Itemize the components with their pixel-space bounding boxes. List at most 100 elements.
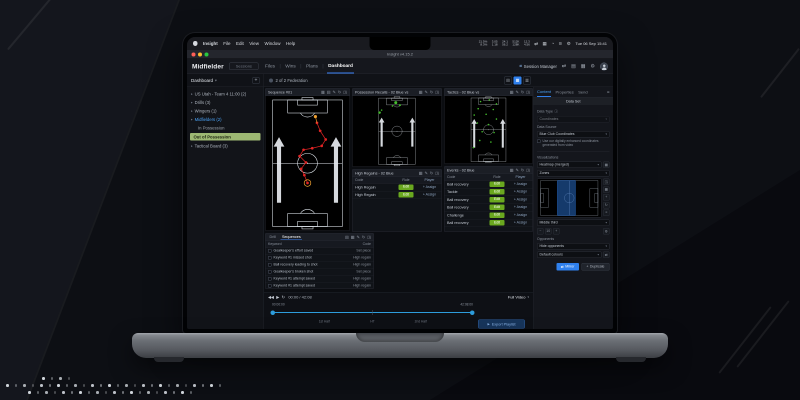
assign-player-link[interactable]: + Assign: [418, 185, 442, 189]
colour-select[interactable]: Default colours ▾: [537, 251, 602, 258]
edit-rule-button[interactable]: Edit: [489, 204, 505, 211]
prev-icon[interactable]: ◀◀: [268, 295, 274, 300]
grid-icon[interactable]: ▦: [510, 90, 514, 95]
table-row[interactable]: High Regain Edit + Assign: [352, 191, 442, 199]
edit-rule-button[interactable]: Edit: [489, 196, 505, 203]
table-row[interactable]: High Regain Edit + Assign: [352, 184, 442, 192]
menu-item-window[interactable]: Window: [264, 41, 280, 46]
layers-icon[interactable]: ▤: [571, 64, 576, 70]
grid-icon[interactable]: ▦: [581, 64, 586, 70]
grid-icon[interactable]: ▦: [510, 168, 514, 173]
view-toggle-grid[interactable]: ▦: [513, 76, 522, 85]
stepper-increment-button[interactable]: +: [553, 228, 560, 235]
swap-icon[interactable]: ⇄: [562, 64, 566, 70]
panel-tab-properties[interactable]: Properties: [556, 87, 574, 97]
edit-rule-button[interactable]: Edit: [398, 192, 414, 198]
menu-app-name[interactable]: Insight: [203, 41, 218, 46]
panel-tab-send[interactable]: Send: [578, 87, 587, 97]
apple-logo-icon[interactable]: [193, 41, 198, 46]
refresh-icon[interactable]: ↻: [430, 90, 433, 95]
sidebar-item[interactable]: ▸ Drills (3): [187, 98, 264, 107]
pencil-icon[interactable]: ✎: [357, 235, 360, 240]
nav-tab-files[interactable]: Files: [264, 59, 276, 74]
nav-tab-dashboard[interactable]: Dashboard: [327, 59, 354, 74]
menu-clock[interactable]: Tue 06 Sep 15:41: [575, 41, 607, 46]
assign-player-link[interactable]: + Assign: [509, 182, 533, 186]
timeline-end-handle[interactable]: [470, 310, 475, 315]
keyword-checkbox[interactable]: [268, 284, 272, 288]
keyword-row[interactable]: Goalkeeper's effort saved Set piece: [265, 248, 374, 255]
table-row[interactable]: Challenge Edit + Assign: [444, 212, 533, 220]
table-row[interactable]: Ball recovery Edit + Assign: [444, 219, 533, 227]
refresh-icon[interactable]: ↻: [430, 171, 433, 176]
refresh-icon[interactable]: ↻: [521, 90, 524, 95]
keyword-row[interactable]: Keyword #1 attempt saved High regain: [265, 276, 374, 283]
sidebar-item[interactable]: In Possession: [187, 124, 264, 133]
refresh-icon[interactable]: ↻: [521, 168, 524, 173]
menu-item-help[interactable]: Help: [286, 41, 295, 46]
table-row[interactable]: Ball recovery Edit + Assign: [444, 181, 533, 189]
video-source-select[interactable]: Full Video ▾: [508, 295, 529, 300]
grid-icon[interactable]: ▦: [543, 41, 547, 47]
table-row[interactable]: Ball recovery Edit + Assign: [444, 204, 533, 212]
assign-player-link[interactable]: + Assign: [509, 221, 533, 225]
keyword-checkbox[interactable]: [268, 263, 272, 267]
keywords-tab-drill[interactable]: Drill: [268, 235, 277, 240]
grid-icon[interactable]: ▦: [419, 171, 423, 176]
gear-icon-button[interactable]: ⚙: [603, 228, 610, 235]
keyword-row[interactable]: Goalkeeper's broken shot Set piece: [265, 269, 374, 276]
expand-icon[interactable]: ◳: [435, 171, 439, 176]
session-manager-link[interactable]: ⌗ Session Manager: [519, 64, 556, 70]
menu-icon[interactable]: ≡: [607, 90, 610, 95]
table-row[interactable]: Tackle Edit + Assign: [444, 188, 533, 196]
data-source-select[interactable]: Blue Club Coordinates ▾: [537, 131, 610, 138]
nav-tab-plans[interactable]: Plans: [305, 59, 319, 74]
menu-item-view[interactable]: View: [249, 41, 259, 46]
panel-tab-content[interactable]: Content: [537, 87, 552, 97]
viz-shape-select[interactable]: Zones ▾: [537, 170, 610, 177]
swap-icon-button[interactable]: ⇄: [603, 251, 610, 258]
layers-icon[interactable]: ▤: [327, 90, 331, 95]
keyword-checkbox[interactable]: [268, 249, 272, 253]
zone-preview-pitch[interactable]: [537, 178, 602, 218]
expand-icon[interactable]: ◳: [526, 168, 530, 173]
plus-icon-button[interactable]: +: [603, 194, 610, 201]
assign-player-link[interactable]: + Assign: [509, 213, 533, 217]
expand-icon[interactable]: ◳: [343, 90, 347, 95]
keyword-row[interactable]: Ball recovery leading to shot High regain: [265, 262, 374, 269]
menu-item-edit[interactable]: Edit: [236, 41, 244, 46]
enhanced-coordinates-checkbox[interactable]: [537, 139, 541, 143]
menu-icon-button[interactable]: ≡: [603, 209, 610, 216]
grid-icon-button[interactable]: ▦: [603, 161, 610, 168]
nav-tab-wins[interactable]: Wins: [284, 59, 297, 74]
duplicate-button[interactable]: + Duplicate: [581, 263, 610, 271]
edit-rule-button[interactable]: Edit: [489, 220, 505, 226]
assign-player-link[interactable]: + Assign: [509, 198, 533, 202]
view-toggle-layers[interactable]: ▤: [504, 76, 512, 85]
pencil-icon[interactable]: ✎: [516, 90, 519, 95]
grid-icon[interactable]: ▦: [419, 90, 423, 95]
expand-icon[interactable]: ◳: [526, 90, 530, 95]
sidebar-item[interactable]: ▸ Midfielders (2): [187, 115, 264, 124]
menu-item-file[interactable]: File: [223, 41, 230, 46]
gear-icon[interactable]: ⚙: [591, 64, 595, 70]
keyword-checkbox[interactable]: [268, 277, 272, 281]
expand-icon[interactable]: ◳: [435, 90, 439, 95]
viz-type-select[interactable]: Heatmap (merged) ▾: [537, 161, 602, 168]
expand-icon-button[interactable]: ◳: [603, 178, 610, 185]
refresh-icon[interactable]: ↻: [362, 235, 365, 240]
refresh-icon[interactable]: ↻: [338, 90, 341, 95]
grid-icon-button[interactable]: ▦: [603, 186, 610, 193]
table-row[interactable]: Ball recovery Edit + Assign: [444, 196, 533, 204]
pencil-icon[interactable]: ✎: [425, 90, 428, 95]
edit-rule-button[interactable]: Edit: [489, 189, 505, 195]
timeline-track[interactable]: 1st Half HT 2nd Half: [270, 310, 475, 324]
keyword-row[interactable]: Keyword #1 attempt saved High regain: [266, 283, 374, 289]
pencil-icon[interactable]: ✎: [516, 168, 519, 173]
sequence-pitch-canvas[interactable]: [265, 96, 350, 231]
refresh-icon[interactable]: ↻: [282, 295, 285, 300]
layers-icon[interactable]: ▤: [345, 235, 349, 240]
data-type-select[interactable]: Coordinates ▾: [537, 116, 610, 123]
refresh-icon-button[interactable]: ↻: [603, 201, 610, 209]
possession-pitch-canvas[interactable]: [352, 96, 442, 167]
